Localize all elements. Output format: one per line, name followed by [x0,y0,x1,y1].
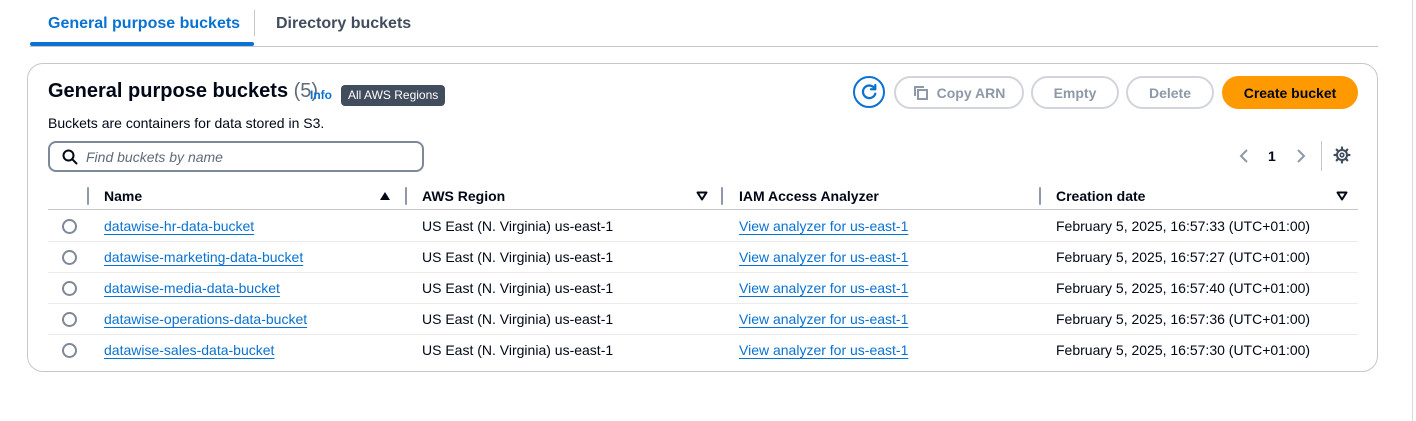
bucket-region: US East (N. Virginia) us-east-1 [422,280,614,296]
view-analyzer-link[interactable]: View analyzer for us-east-1 [739,304,908,335]
refresh-icon [861,83,877,100]
create-bucket-label: Create bucket [1243,84,1337,101]
column-divider [87,187,89,205]
creation-date: February 5, 2025, 16:57:27 (UTC+01:00) [1056,249,1311,265]
chevron-left-icon[interactable] [1238,148,1250,164]
sort-caret-down-icon[interactable] [1336,191,1348,201]
table-row[interactable]: datawise-media-data-bucket US East (N. V… [48,273,1358,304]
creation-date: February 5, 2025, 16:57:40 (UTC+01:00) [1056,280,1311,296]
bucket-name-link[interactable]: datawise-operations-data-bucket [104,304,307,335]
bucket-region: US East (N. Virginia) us-east-1 [422,218,614,234]
column-divider[interactable] [1039,187,1041,205]
table-row[interactable]: datawise-hr-data-bucket US East (N. Virg… [48,211,1358,242]
delete-label: Delete [1148,84,1192,101]
copy-arn-button[interactable]: Copy ARN [894,76,1024,109]
table-row[interactable]: datawise-operations-data-bucket US East … [48,304,1358,335]
bucket-type-tabs: General purpose buckets Directory bucket… [30,0,1378,47]
bucket-name-link[interactable]: datawise-hr-data-bucket [104,211,254,242]
empty-button[interactable]: Empty [1031,76,1119,109]
table-row[interactable]: datawise-marketing-data-bucket US East (… [48,242,1358,273]
bucket-region: US East (N. Virginia) us-east-1 [422,311,614,327]
bucket-region: US East (N. Virginia) us-east-1 [422,249,614,265]
create-bucket-button[interactable]: Create bucket [1222,76,1358,109]
bucket-name-link[interactable]: datawise-sales-data-bucket [104,335,274,366]
pagination-divider [1321,141,1322,171]
copy-arn-label: Copy ARN [936,84,1006,101]
gear-icon[interactable] [1333,146,1351,164]
sort-ascending-icon[interactable] [379,191,391,201]
panel-title: General purpose buckets (5) [48,80,318,103]
tab-divider [254,10,255,36]
panel-description: Buckets are containers for data stored i… [48,115,325,131]
view-analyzer-link[interactable]: View analyzer for us-east-1 [739,273,908,304]
column-divider[interactable] [405,187,407,205]
table-header: Name AWS Region IAM Access Analyzer Crea… [48,182,1358,210]
panel-title-text: General purpose buckets [48,80,289,102]
row-select-radio[interactable] [62,250,77,265]
current-page-number[interactable]: 1 [1268,148,1276,164]
search-input[interactable] [86,148,406,165]
column-header-iam-access-analyzer[interactable]: IAM Access Analyzer [739,182,879,209]
tab-directory-buckets[interactable]: Directory buckets [276,0,411,46]
bucket-name-link[interactable]: datawise-media-data-bucket [104,273,280,304]
page-edge-divider [1412,0,1413,421]
empty-label: Empty [1053,84,1097,101]
active-tab-indicator [30,42,254,46]
bucket-region: US East (N. Virginia) us-east-1 [422,342,614,358]
column-header-name[interactable]: Name [104,182,142,209]
copy-icon [913,85,928,100]
row-select-radio[interactable] [62,281,77,296]
buckets-table-container: General purpose buckets (5) Info All AWS… [27,63,1378,372]
column-header-creation-date[interactable]: Creation date [1056,182,1145,209]
bucket-name-link[interactable]: datawise-marketing-data-bucket [104,242,303,273]
refresh-button[interactable] [853,76,885,108]
creation-date: February 5, 2025, 16:57:36 (UTC+01:00) [1056,311,1311,327]
row-select-radio[interactable] [62,219,77,234]
sort-caret-down-icon[interactable] [696,191,708,201]
chevron-right-icon[interactable] [1295,148,1307,164]
view-analyzer-link[interactable]: View analyzer for us-east-1 [739,211,908,242]
search-box [48,141,424,172]
search-icon [62,149,78,164]
delete-button[interactable]: Delete [1126,76,1214,109]
row-select-radio[interactable] [62,343,77,358]
creation-date: February 5, 2025, 16:57:30 (UTC+01:00) [1056,342,1311,358]
column-divider[interactable] [721,187,723,205]
view-analyzer-link[interactable]: View analyzer for us-east-1 [739,335,908,366]
view-analyzer-link[interactable]: View analyzer for us-east-1 [739,242,908,273]
tab-general-purpose-buckets[interactable]: General purpose buckets [48,0,240,46]
creation-date: February 5, 2025, 16:57:33 (UTC+01:00) [1056,218,1311,234]
column-header-region[interactable]: AWS Region [422,182,505,209]
table-row[interactable]: datawise-sales-data-bucket US East (N. V… [48,335,1358,366]
info-link[interactable]: Info [310,88,332,102]
region-badge: All AWS Regions [341,85,446,106]
row-select-radio[interactable] [62,312,77,327]
